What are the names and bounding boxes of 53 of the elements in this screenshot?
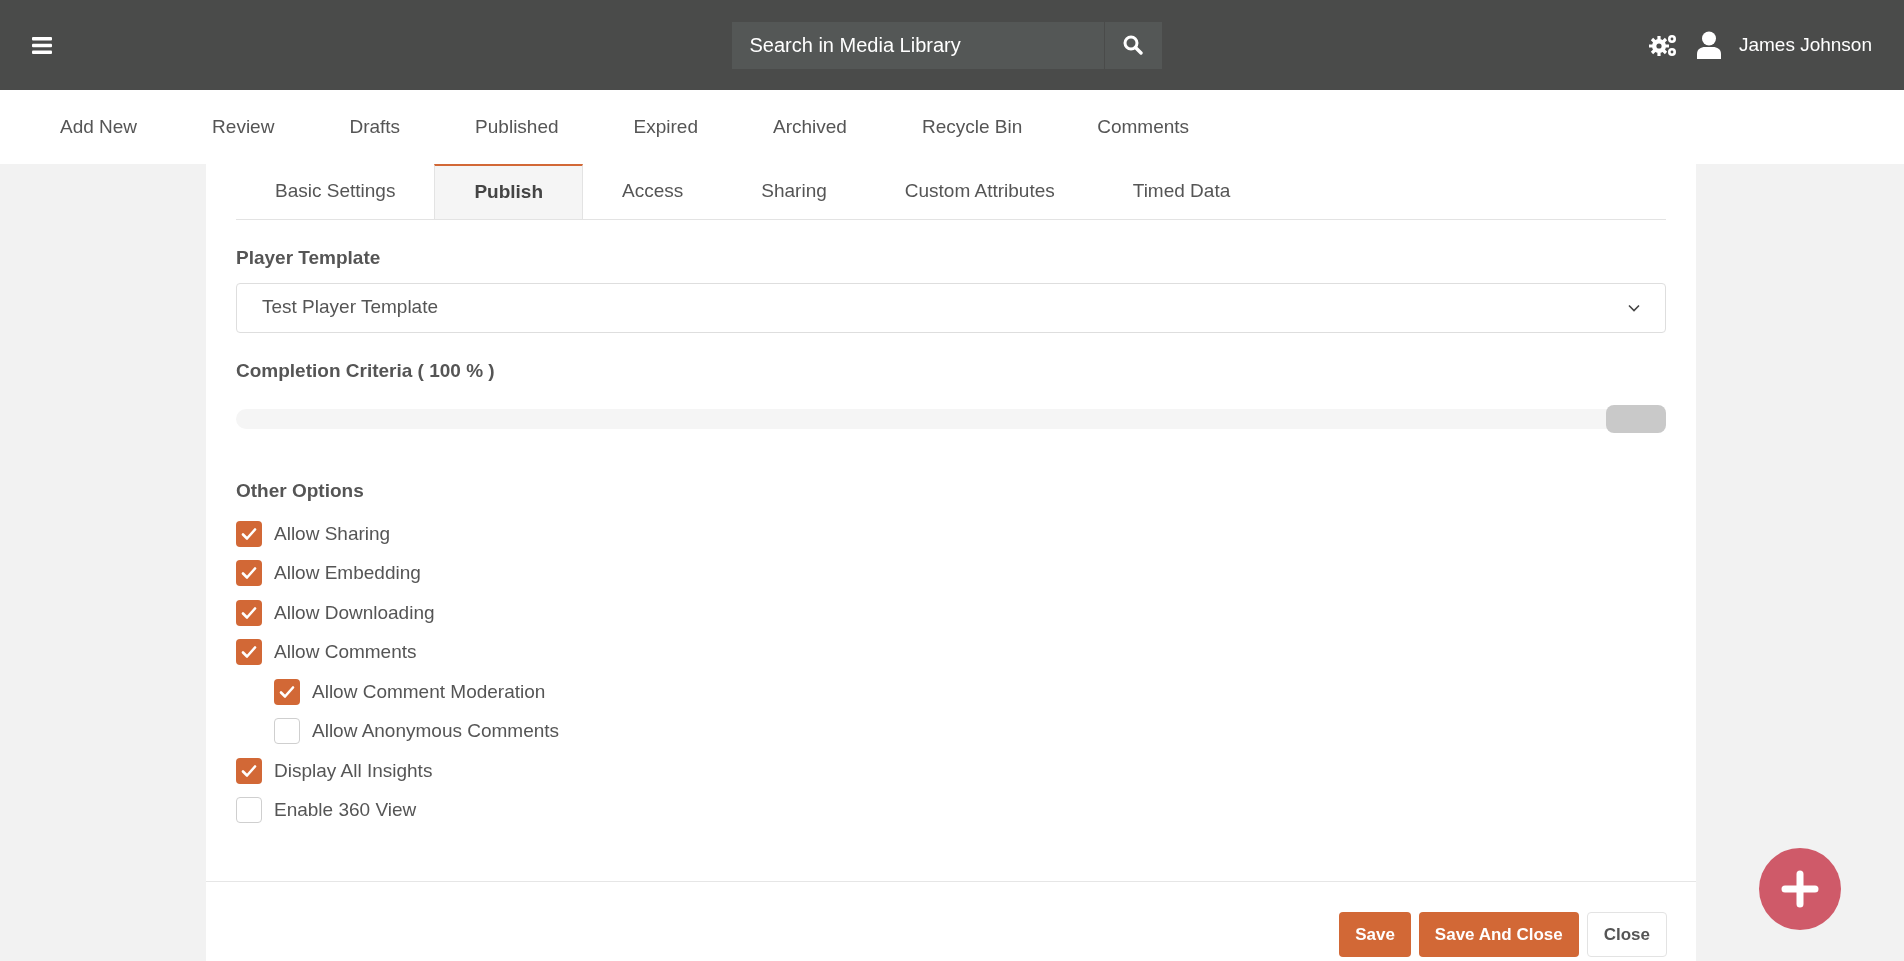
section-title: Other Options — [236, 479, 365, 503]
search-button[interactable] — [1103, 21, 1162, 69]
checkmark-icon — [241, 566, 257, 581]
nav-link[interactable]: Expired — [633, 112, 698, 142]
primary-button[interactable]: Save — [1339, 912, 1411, 957]
tab[interactable]: Custom Attributes — [865, 164, 1094, 219]
checkmark-icon — [241, 526, 257, 541]
option-label: Display All Insights — [274, 758, 433, 783]
checkbox[interactable] — [236, 797, 262, 824]
user-name[interactable]: James Johnson — [1738, 30, 1872, 60]
user-icon[interactable] — [1696, 31, 1721, 59]
chevron-down-icon — [1628, 303, 1640, 312]
option-label: Allow Anonymous Comments — [312, 719, 560, 743]
tab[interactable]: Timed Data — [1093, 164, 1270, 219]
field-label: Player Template — [236, 246, 382, 270]
checkbox[interactable] — [236, 520, 262, 547]
checkbox[interactable] — [236, 599, 262, 626]
tab[interactable]: Access — [583, 164, 723, 219]
secondary-button[interactable]: Close — [1586, 912, 1667, 957]
menu-icon[interactable] — [32, 36, 52, 54]
plus-icon — [1781, 870, 1819, 908]
checkbox[interactable] — [236, 639, 262, 666]
option-label: Allow Comment Moderation — [312, 679, 546, 704]
nav-link[interactable]: Drafts — [349, 112, 401, 142]
search-field[interactable]: Search in Media Library — [731, 21, 1104, 69]
field-label: Completion Criteria ( 100 % ) — [236, 358, 496, 383]
nav-link[interactable]: Add New — [60, 112, 138, 142]
checkmark-icon — [241, 605, 257, 620]
tab[interactable]: Publish — [434, 164, 584, 219]
primary-button[interactable]: Save And Close — [1418, 912, 1579, 957]
nav-link[interactable]: Archived — [773, 112, 847, 142]
option-label: Enable 360 View — [274, 798, 417, 822]
checkbox[interactable] — [274, 678, 300, 705]
gears-icon[interactable] — [1648, 33, 1677, 57]
slider-thumb[interactable] — [1606, 405, 1666, 433]
checkmark-icon — [241, 763, 257, 778]
option-label: Allow Sharing — [274, 521, 391, 546]
tab[interactable]: Basic Settings — [236, 164, 435, 219]
nav-link[interactable]: Review — [212, 112, 275, 142]
nav-link[interactable]: Published — [475, 112, 559, 142]
nav-link[interactable]: Recycle Bin — [921, 112, 1023, 142]
search-icon — [1123, 35, 1143, 55]
checkbox[interactable] — [236, 757, 262, 784]
player-template-select[interactable]: Test Player Template — [236, 282, 1666, 333]
checkmark-icon — [241, 645, 257, 660]
option-label: Allow Downloading — [274, 600, 435, 625]
checkbox[interactable] — [236, 560, 262, 587]
tab[interactable]: Sharing — [722, 164, 866, 219]
checkmark-icon — [279, 684, 295, 699]
nav-link[interactable]: Comments — [1097, 112, 1190, 142]
option-label: Allow Comments — [274, 640, 417, 664]
checkbox[interactable] — [274, 718, 300, 745]
option-label: Allow Embedding — [274, 561, 421, 585]
